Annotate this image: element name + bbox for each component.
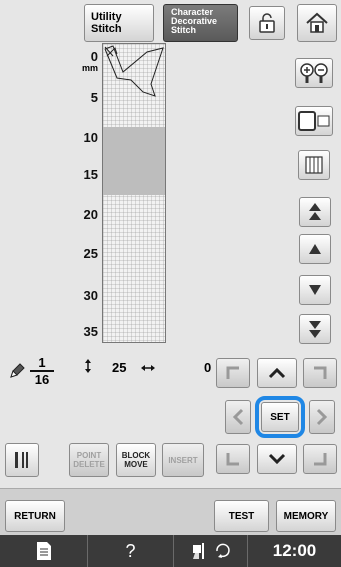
ruler-unit: mm (82, 63, 99, 73)
double-down-arrow-icon (309, 321, 321, 338)
stitch-pattern (104, 45, 164, 97)
memory-label: MEMORY (283, 510, 329, 522)
return-button[interactable]: RETURN (5, 500, 65, 532)
help-label: ? (125, 540, 136, 561)
vertical-arrows-icon (85, 359, 91, 373)
character-decorative-stitch-tab[interactable]: Character Decorative Stitch (163, 4, 238, 42)
memory-button[interactable]: MEMORY (276, 500, 336, 532)
character-label-3: Stitch (171, 25, 197, 35)
horizontal-arrows-icon (141, 365, 155, 371)
stitch-width-fraction: 1 16 (30, 356, 54, 387)
double-up-arrow-icon (309, 203, 321, 220)
point-delete-line2: DELETE (73, 460, 105, 469)
ruler-tick-15: 15 (83, 167, 98, 182)
set-label: SET (270, 411, 290, 423)
horizontal-value: 0 (204, 360, 212, 375)
chevron-up-icon (268, 367, 286, 379)
stitch-lines-icon (15, 452, 28, 468)
ruler-tick-35: 35 (83, 324, 98, 339)
lock-button[interactable] (249, 6, 285, 40)
utility-stitch-tab[interactable]: Utility Stitch (84, 4, 154, 42)
view-toggle-icon (298, 111, 330, 131)
home-button[interactable] (297, 4, 337, 42)
page-view-button[interactable] (298, 150, 330, 180)
clock: 12:00 (248, 535, 341, 567)
scroll-down-button[interactable] (299, 275, 331, 305)
vertical-value: 25 (112, 360, 127, 375)
presser-foot-status[interactable] (174, 535, 248, 567)
move-up-right-button[interactable] (303, 358, 337, 388)
corner-up-left-icon (226, 366, 239, 379)
ruler-tick-5: 5 (90, 90, 98, 105)
document-icon (36, 542, 51, 560)
move-up-button[interactable] (257, 358, 297, 388)
stitch-mode-button[interactable] (5, 443, 39, 477)
stitch-canvas[interactable] (102, 43, 166, 343)
move-down-button[interactable] (257, 444, 297, 474)
help-button[interactable]: ? (88, 535, 174, 567)
point-delete-line1: POINT (76, 451, 102, 460)
block-move-line2: MOVE (124, 460, 148, 469)
presser-foot-icon (192, 543, 230, 559)
time-label: 12:00 (272, 541, 317, 560)
block-move-line1: BLOCK (121, 451, 151, 460)
view-toggle-button[interactable] (295, 106, 333, 136)
selected-block-band (103, 127, 165, 195)
zoom-button[interactable] (295, 58, 333, 88)
zoom-icon (300, 63, 328, 83)
ruler-tick-30: 30 (83, 288, 98, 303)
move-up-left-button[interactable] (216, 358, 250, 388)
test-label: TEST (228, 510, 255, 522)
down-arrow-icon (309, 285, 321, 295)
chevron-down-icon (268, 453, 286, 465)
scroll-page-up-button[interactable] (299, 197, 331, 227)
set-button[interactable]: SET (261, 402, 299, 432)
move-right-button[interactable] (309, 400, 335, 434)
scroll-up-button[interactable] (299, 234, 331, 264)
move-left-button[interactable] (225, 400, 251, 434)
utility-stitch-label: Utility Stitch (91, 11, 122, 35)
pencil-icon (10, 363, 25, 378)
ruler-tick-10: 10 (83, 130, 98, 145)
point-delete-button[interactable]: POINT DELETE (69, 443, 109, 477)
corner-up-right-icon (314, 366, 327, 379)
block-move-button[interactable]: BLOCK MOVE (116, 443, 156, 477)
footer-bar: ? 12:00 (0, 535, 341, 567)
home-icon (306, 12, 328, 33)
corner-down-right-icon (314, 453, 327, 466)
corner-down-left-icon (226, 453, 239, 466)
lock-icon (259, 13, 275, 33)
ruler-tick-20: 20 (83, 207, 98, 222)
move-down-right-button[interactable] (303, 444, 337, 474)
scroll-page-down-button[interactable] (299, 314, 331, 344)
return-label: RETURN (14, 510, 56, 522)
chevron-left-icon (232, 408, 244, 426)
page-view-icon (305, 156, 323, 174)
ruler-tick-0: 0 (90, 49, 98, 64)
test-button[interactable]: TEST (214, 500, 269, 532)
up-arrow-icon (309, 244, 321, 254)
chevron-right-icon (316, 408, 328, 426)
footer-document-cell[interactable] (0, 535, 88, 567)
ruler-tick-25: 25 (83, 246, 98, 261)
insert-button[interactable]: INSERT (162, 443, 204, 477)
fraction-numerator: 1 (30, 356, 54, 372)
move-down-left-button[interactable] (216, 444, 250, 474)
insert-label: INSERT (168, 455, 198, 465)
fraction-denominator: 16 (34, 372, 50, 387)
